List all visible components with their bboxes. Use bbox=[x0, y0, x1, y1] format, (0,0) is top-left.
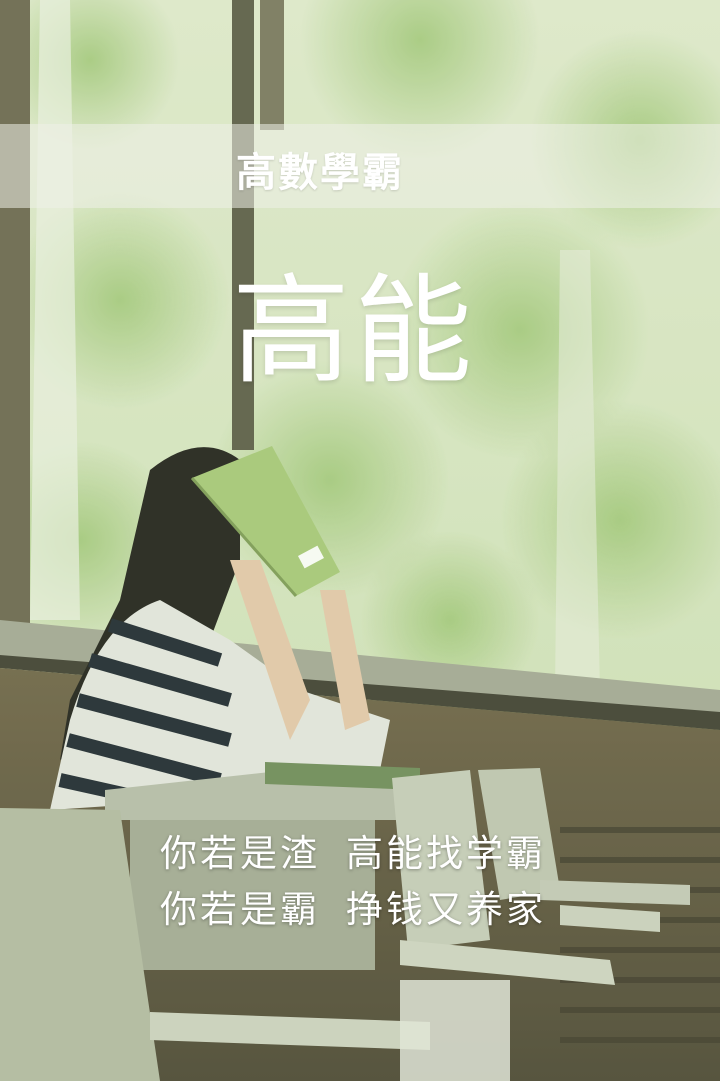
poster: 高數學霸 高能 你若是渣 高能找学霸 你若是霸 挣钱又养家 bbox=[0, 0, 720, 1081]
slogan-line-2-left: 你若是霸 bbox=[160, 888, 320, 931]
slogan-line-1-right: 高能找学霸 bbox=[346, 832, 546, 875]
slogan-line-1-left: 你若是渣 bbox=[160, 832, 320, 875]
headline: 高能 bbox=[232, 262, 477, 400]
slogan-line-2: 你若是霸 挣钱又养家 bbox=[160, 882, 546, 938]
slogan-line-2-right: 挣钱又养家 bbox=[346, 888, 546, 931]
banner-title: 高數學霸 bbox=[236, 149, 404, 196]
slogan: 你若是渣 高能找学霸 你若是霸 挣钱又养家 bbox=[160, 826, 546, 938]
slogan-line-1: 你若是渣 高能找学霸 bbox=[160, 826, 546, 882]
